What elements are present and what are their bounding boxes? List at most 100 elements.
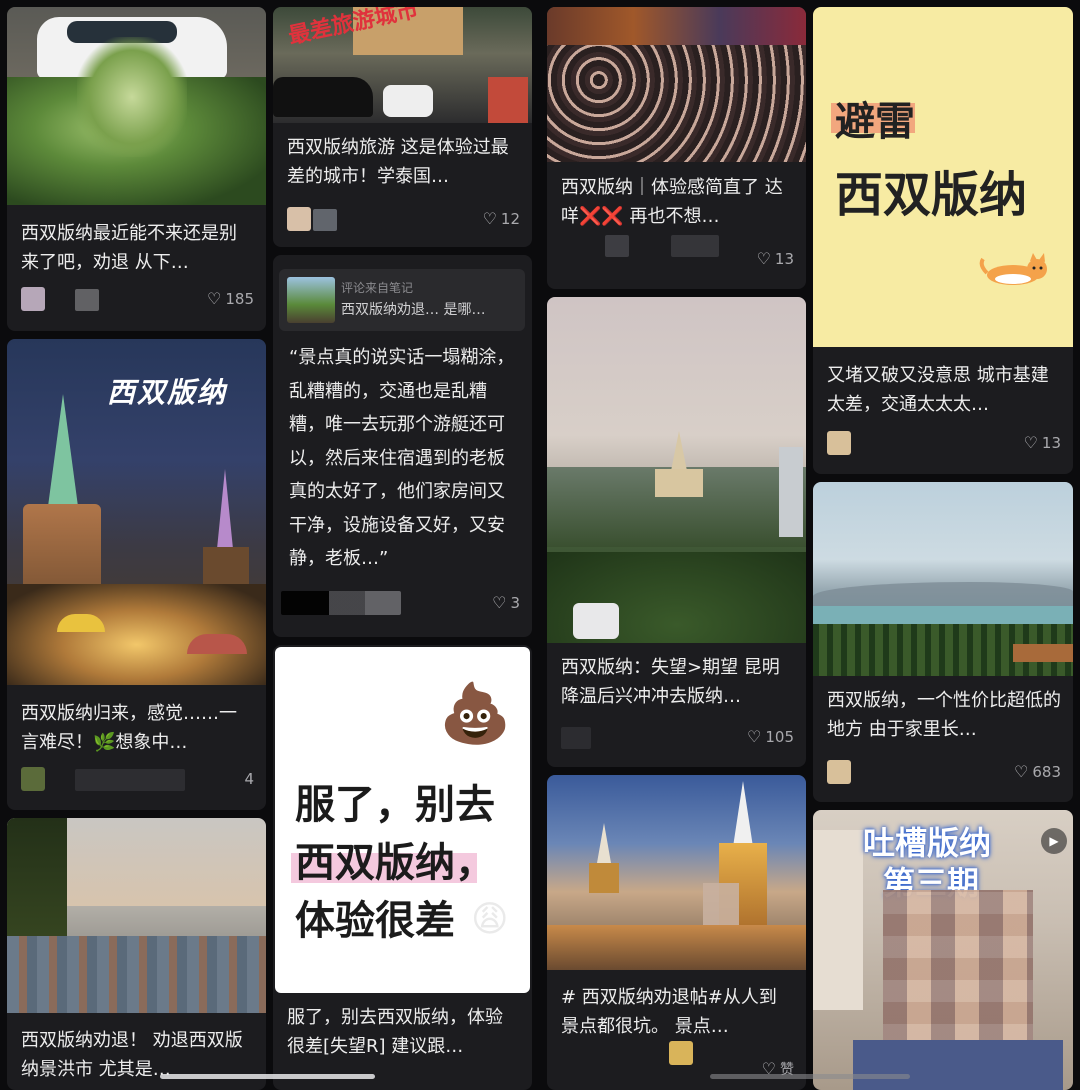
- like-count[interactable]: 4: [244, 767, 254, 791]
- note-card[interactable]: 西双版纳｜体验感简直了 达咩❌❌ 再也不想… ♡ 13: [547, 7, 806, 289]
- poop-emoji-icon: 💩: [439, 679, 512, 747]
- like-button[interactable]: ♡ 13: [757, 247, 794, 271]
- avatar[interactable]: [669, 1041, 693, 1065]
- feed-page: { "cards": { "c1": { "title": "西双版纳最近能不来…: [0, 0, 1080, 1090]
- author-name: [75, 289, 99, 311]
- card-title: 又堵又破又没意思 城市基建太差，交通太太太…: [827, 365, 1049, 415]
- heart-icon: ♡: [1014, 762, 1029, 781]
- cover-overlay-text: 西双版纳: [107, 376, 228, 409]
- bus: [573, 603, 619, 639]
- like-count: 185: [225, 290, 254, 308]
- card-title: 西双版纳最近能不来还是别来了吧，劝退 从下…: [21, 223, 237, 273]
- note-card[interactable]: 💩 服了，别去 西双版纳， 体验很差 😩 服了，别去西双版纳，体验很差[失望R]…: [273, 645, 532, 1090]
- author-name: [281, 591, 401, 615]
- note-card[interactable]: # 西双版纳劝退帖#从人到景点都很坑。 景点… ♡ 赞: [547, 775, 806, 1090]
- building: [779, 447, 803, 537]
- note-card[interactable]: 吐槽版纳 第三期 ▶: [813, 810, 1073, 1090]
- card-meta: ♡ 185: [21, 287, 254, 311]
- comment-quote: “景点真的说实话一塌糊涂，乱糟糟的，交通也是乱糟糟，唯一去玩那个游艇还可以，然后…: [289, 347, 515, 569]
- card-cover-image: 吐槽版纳 第三期 ▶: [813, 810, 1073, 1090]
- source-note-preview[interactable]: 评论来自笔记 西双版纳劝退… 是哪…: [279, 269, 525, 331]
- card-meta: ♡ 683: [827, 760, 1061, 784]
- heart-icon: ♡: [492, 593, 507, 612]
- avatar[interactable]: [287, 207, 311, 231]
- author-name: [561, 727, 591, 749]
- note-card[interactable]: 西双版纳，一个性价比超低的地方 由于家里长… ♡ 683: [813, 482, 1073, 802]
- card-cover-image: [813, 482, 1073, 676]
- author-name: [313, 209, 337, 231]
- like-count: 105: [765, 728, 794, 746]
- card-title: 西双版纳旅游 这是体验过最差的城市！学泰国…: [287, 137, 509, 187]
- card-cover-image: [547, 297, 806, 643]
- horizontal-scrollbar-thumb[interactable]: [160, 1074, 375, 1079]
- avatar[interactable]: [827, 431, 851, 455]
- heart-icon: ♡: [1023, 433, 1038, 452]
- card-meta: ♡ 12: [287, 207, 520, 231]
- crowd: [547, 45, 806, 162]
- note-card[interactable]: 西双版纳劝退！ 劝退西双版纳景洪市 尤其是…: [7, 818, 266, 1090]
- card-title: 西双版纳｜体验感简直了 达咩❌❌ 再也不想…: [561, 177, 783, 227]
- like-count: 12: [500, 210, 520, 228]
- skyline: [67, 906, 266, 936]
- like-count: 683: [1032, 763, 1061, 781]
- video-play-icon[interactable]: ▶: [1041, 828, 1067, 854]
- crying-sticker-icon: 😩: [471, 899, 509, 940]
- author-name: [605, 235, 629, 257]
- source-note-title: 西双版纳劝退… 是哪…: [341, 302, 486, 318]
- avatar[interactable]: [21, 287, 45, 311]
- card-cover-image: [7, 7, 266, 205]
- like-button[interactable]: ♡ 12: [483, 207, 520, 231]
- card-meta: ♡ 3: [281, 591, 520, 615]
- heart-icon: ♡: [207, 289, 222, 308]
- note-card[interactable]: 西双版纳 西双版纳归来，感觉……一言难尽！🌿想象中… 4: [7, 339, 266, 810]
- like-count: 13: [1041, 434, 1061, 452]
- note-card[interactable]: 避雷 西双版纳 又堵又破又没意思 城市基建太差，交通太太太… ♡ 13: [813, 7, 1073, 474]
- building: [813, 830, 863, 1010]
- card-cover-image: 西双版纳: [7, 339, 266, 685]
- note-card[interactable]: 西双版纳：失望>期望 昆明降温后兴冲冲去版纳… ♡ 105: [547, 297, 806, 767]
- avatar[interactable]: [827, 760, 851, 784]
- cat-sticker-icon: [979, 253, 1051, 285]
- card-title: 西双版纳，一个性价比超低的地方 由于家里长…: [827, 690, 1061, 740]
- card-cover-image: 最差旅游城市: [273, 7, 532, 123]
- heart-icon: ♡: [482, 209, 497, 228]
- golden-pagoda-spire: [733, 781, 753, 847]
- like-count: 3: [510, 594, 520, 612]
- source-note-thumbnail: [287, 277, 335, 323]
- mountains: [813, 582, 1073, 606]
- scroll-indicator: [710, 1074, 910, 1079]
- avatar[interactable]: [21, 767, 45, 791]
- street-shop-signs: [547, 7, 806, 47]
- heart-icon: ♡: [747, 727, 762, 746]
- card-title: 西双版纳归来，感觉……一言难尽！🌿想象中…: [21, 703, 237, 753]
- card-title: 西双版纳：失望>期望 昆明降温后兴冲冲去版纳…: [561, 657, 780, 707]
- pagoda-spire: [47, 394, 79, 514]
- card-cover-image: 避雷 西双版纳: [813, 7, 1073, 347]
- note-card[interactable]: 西双版纳最近能不来还是别来了吧，劝退 从下… ♡ 185: [7, 7, 266, 331]
- like-button[interactable]: ♡ 3: [492, 591, 520, 615]
- card-title: 服了，别去西双版纳，体验很差[失望R] 建议跟…: [287, 1007, 503, 1057]
- square-crowd: [547, 925, 806, 970]
- note-card[interactable]: 最差旅游城市 西双版纳旅游 这是体验过最差的城市！学泰国… ♡ 12: [273, 7, 532, 247]
- card-cover-image: [7, 818, 266, 1013]
- shirt: [853, 1040, 1063, 1090]
- cover-line-3: 体验很差: [295, 898, 455, 944]
- cover-line-2: 西双版纳: [835, 167, 1028, 223]
- card-cover-image: [547, 7, 806, 162]
- comment-card[interactable]: 评论来自笔记 西双版纳劝退… 是哪… “景点真的说实话一塌糊涂，乱糟糟的，交通也…: [273, 255, 532, 637]
- hilltop-pagoda: [671, 431, 687, 471]
- black-car: [273, 77, 373, 117]
- author-name: [75, 769, 185, 791]
- card-title: # 西双版纳劝退帖#从人到景点都很坑。 景点…: [561, 987, 777, 1037]
- market-tents: [7, 936, 266, 1013]
- cover-line-1: 避雷: [835, 99, 915, 145]
- heart-icon: ♡: [756, 249, 771, 268]
- like-button[interactable]: ♡ 13: [1024, 431, 1061, 455]
- card-meta: ♡ 105: [561, 725, 794, 749]
- like-button[interactable]: ♡ 105: [747, 725, 794, 749]
- like-button[interactable]: ♡ 683: [1014, 760, 1061, 784]
- like-button[interactable]: ♡ 185: [207, 287, 254, 311]
- card-meta: ♡ 13: [827, 431, 1061, 455]
- card-meta: 4: [21, 767, 254, 791]
- card-cover-image: [547, 775, 806, 970]
